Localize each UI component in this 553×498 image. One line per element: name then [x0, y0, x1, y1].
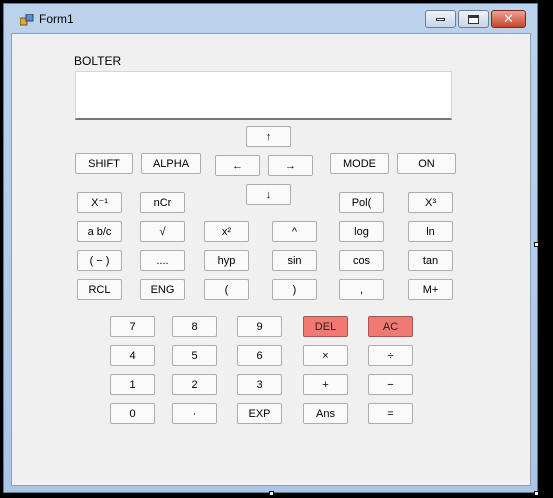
digit-3-button[interactable]: 3 [237, 374, 282, 395]
all-clear-button[interactable]: AC [368, 316, 413, 337]
maximize-icon [468, 14, 479, 24]
resize-grip-bottom[interactable] [269, 491, 274, 496]
rcl-button[interactable]: RCL [77, 279, 122, 300]
digit-9-button[interactable]: 9 [237, 316, 282, 337]
eng-button[interactable]: ENG [140, 279, 185, 300]
maximize-button[interactable] [458, 10, 489, 28]
left-paren-button[interactable]: ( [204, 279, 249, 300]
shift-button[interactable]: SHIFT [75, 153, 133, 174]
right-paren-button[interactable]: ) [272, 279, 317, 300]
application-window: Form1 ✕ BOLTER ↑ SHIFT ALPHA ← → MODE ON… [3, 3, 538, 493]
digit-4-button[interactable]: 4 [110, 345, 155, 366]
mode-button[interactable]: MODE [330, 153, 389, 174]
on-button[interactable]: ON [397, 153, 456, 174]
answer-button[interactable]: Ans [303, 403, 348, 424]
sqrt-button[interactable]: √ [140, 221, 185, 242]
sin-button[interactable]: sin [272, 250, 317, 271]
up-button[interactable]: ↑ [246, 126, 291, 147]
display-textbox[interactable] [75, 71, 452, 120]
ncr-button[interactable]: nCr [140, 192, 185, 213]
digit-2-button[interactable]: 2 [172, 374, 217, 395]
down-button[interactable]: ↓ [246, 184, 291, 205]
subtract-button[interactable]: − [368, 374, 413, 395]
title-bar[interactable]: Form1 ✕ [4, 4, 537, 34]
form-client-area: BOLTER ↑ SHIFT ALPHA ← → MODE ON ↓ X⁻¹ n… [11, 33, 531, 486]
inverse-button[interactable]: X⁻¹ [77, 192, 122, 213]
digit-6-button[interactable]: 6 [237, 345, 282, 366]
digit-1-button[interactable]: 1 [110, 374, 155, 395]
fraction-button[interactable]: a b/c [77, 221, 122, 242]
digit-8-button[interactable]: 8 [172, 316, 217, 337]
pol-button[interactable]: Pol( [339, 192, 384, 213]
alpha-button[interactable]: ALPHA [141, 153, 201, 174]
log-button[interactable]: log [339, 221, 384, 242]
multiply-button[interactable]: × [303, 345, 348, 366]
digit-7-button[interactable]: 7 [110, 316, 155, 337]
display-label: BOLTER [74, 54, 122, 68]
delete-button[interactable]: DEL [303, 316, 348, 337]
digit-0-button[interactable]: 0 [110, 403, 155, 424]
window-title: Form1 [39, 12, 74, 26]
m-plus-button[interactable]: M+ [408, 279, 453, 300]
right-button[interactable]: → [268, 155, 313, 176]
resize-grip-corner[interactable] [534, 491, 539, 496]
negative-button[interactable]: ( − ) [77, 250, 122, 271]
close-icon: ✕ [503, 11, 514, 27]
close-button[interactable]: ✕ [491, 10, 526, 28]
power-button[interactable]: ^ [272, 221, 317, 242]
equals-button[interactable]: = [368, 403, 413, 424]
minimize-icon [436, 17, 445, 21]
divide-button[interactable]: ÷ [368, 345, 413, 366]
form-app-icon [20, 14, 34, 26]
tan-button[interactable]: tan [408, 250, 453, 271]
comma-button[interactable]: , [339, 279, 384, 300]
dots-button[interactable]: .... [140, 250, 185, 271]
add-button[interactable]: + [303, 374, 348, 395]
decimal-point-button[interactable]: · [172, 403, 217, 424]
left-button[interactable]: ← [215, 155, 260, 176]
hyp-button[interactable]: hyp [204, 250, 249, 271]
cos-button[interactable]: cos [339, 250, 384, 271]
minimize-button[interactable] [425, 10, 456, 28]
square-button[interactable]: x² [204, 221, 249, 242]
cube-button[interactable]: X³ [408, 192, 453, 213]
ln-button[interactable]: ln [408, 221, 453, 242]
exp-button[interactable]: EXP [237, 403, 282, 424]
digit-5-button[interactable]: 5 [172, 345, 217, 366]
resize-grip-right[interactable] [534, 242, 539, 247]
